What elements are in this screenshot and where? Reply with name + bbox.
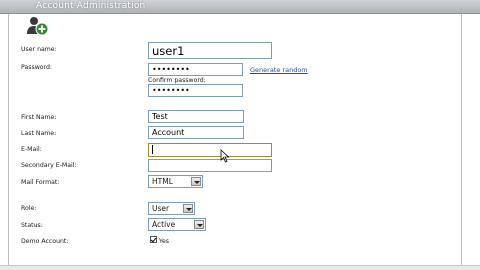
first-name-input[interactable]: Test <box>148 110 244 123</box>
role-label: Role: <box>21 205 37 212</box>
chevron-down-icon[interactable] <box>183 204 193 213</box>
email-label: E-Mail: <box>21 146 42 153</box>
window-border-right <box>461 14 462 266</box>
window-titlebar: Account Administration <box>0 0 480 14</box>
chevron-down-icon[interactable] <box>194 220 204 229</box>
mail-format-select[interactable]: HTML <box>148 175 203 188</box>
demo-account-label: Demo Account: <box>21 238 69 245</box>
password-label: Password: <box>21 64 52 71</box>
mouse-cursor-icon <box>220 149 230 163</box>
last-name-label: Last Name: <box>21 130 57 137</box>
secondary-email-label: Secondary E-Mail: <box>21 162 77 169</box>
username-input[interactable]: user1 <box>148 42 272 59</box>
status-label: Status: <box>21 222 43 229</box>
status-select[interactable]: Active <box>148 218 206 231</box>
username-label: User name: <box>21 46 57 53</box>
role-select[interactable]: User <box>148 202 195 215</box>
text-caret <box>152 145 153 154</box>
demo-account-checkbox[interactable] <box>150 236 157 243</box>
role-value: User <box>152 204 170 213</box>
email-input[interactable] <box>148 143 272 157</box>
password-input[interactable]: •••••••• <box>148 63 243 76</box>
add-user-icon <box>27 17 49 36</box>
confirm-password-input[interactable]: •••••••• <box>148 84 243 97</box>
status-value: Active <box>152 220 176 229</box>
chevron-down-icon[interactable] <box>191 177 201 186</box>
secondary-email-input[interactable] <box>148 159 272 172</box>
generate-random-link[interactable]: Generate random <box>250 66 308 74</box>
mail-format-label: Mail Format: <box>21 179 60 186</box>
first-name-label: First Name: <box>21 114 57 121</box>
confirm-password-label: Confirm password: <box>148 77 206 84</box>
bottom-strip <box>0 265 480 270</box>
window-border-left <box>8 14 9 266</box>
mail-format-value: HTML <box>152 177 173 186</box>
last-name-input[interactable]: Account <box>148 126 244 139</box>
demo-account-yes-label[interactable]: Yes <box>159 238 169 245</box>
window-title: Account Administration <box>36 1 146 11</box>
